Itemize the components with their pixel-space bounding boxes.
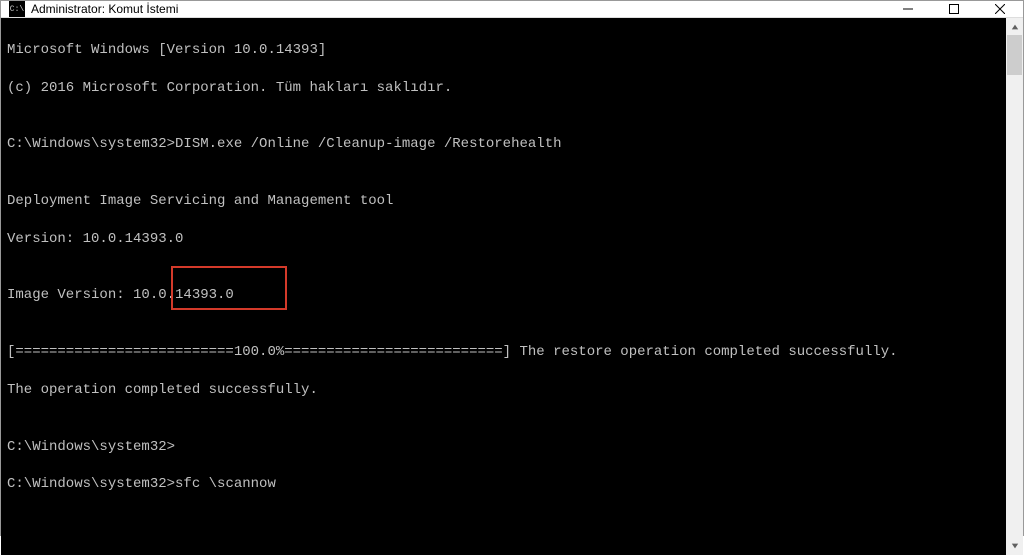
command-text: sfc \scannow [175,476,276,492]
window-controls [885,1,1023,17]
console-line: C:\Windows\system32>DISM.exe /Online /Cl… [7,135,1000,154]
prompt: C:\Windows\system32> [7,476,175,492]
console-line: Microsoft Windows [Version 10.0.14393] [7,41,1000,60]
console-line: Image Version: 10.0.14393.0 [7,286,1000,305]
console-output[interactable]: Microsoft Windows [Version 10.0.14393] (… [1,18,1006,555]
prompt: C:\Windows\system32> [7,439,175,455]
console-line: [==========================100.0%=======… [7,343,1000,362]
maximize-button[interactable] [931,1,977,17]
titlebar[interactable]: C:\ Administrator: Komut İstemi [1,1,1023,18]
vertical-scrollbar[interactable] [1006,18,1023,555]
console-line: C:\Windows\system32>sfc \scannow [7,475,1000,494]
prompt: C:\Windows\system32> [7,136,175,152]
console-line: Version: 10.0.14393.0 [7,230,1000,249]
console-line: The operation completed successfully. [7,381,1000,400]
window-title: Administrator: Komut İstemi [31,2,178,16]
scroll-down-arrow-icon[interactable] [1006,538,1023,555]
command-prompt-window: C:\ Administrator: Komut İstemi Microsof… [0,0,1024,536]
console-line: Deployment Image Servicing and Managemen… [7,192,1000,211]
console-area: Microsoft Windows [Version 10.0.14393] (… [1,18,1023,555]
scroll-up-arrow-icon[interactable] [1006,18,1023,35]
console-line: (c) 2016 Microsoft Corporation. Tüm hakl… [7,79,1000,98]
command-text: DISM.exe /Online /Cleanup-image /Restore… [175,136,561,152]
console-line: C:\Windows\system32> [7,438,1000,457]
scroll-thumb[interactable] [1007,35,1022,75]
minimize-button[interactable] [885,1,931,17]
close-button[interactable] [977,1,1023,17]
cmd-icon: C:\ [9,1,25,17]
